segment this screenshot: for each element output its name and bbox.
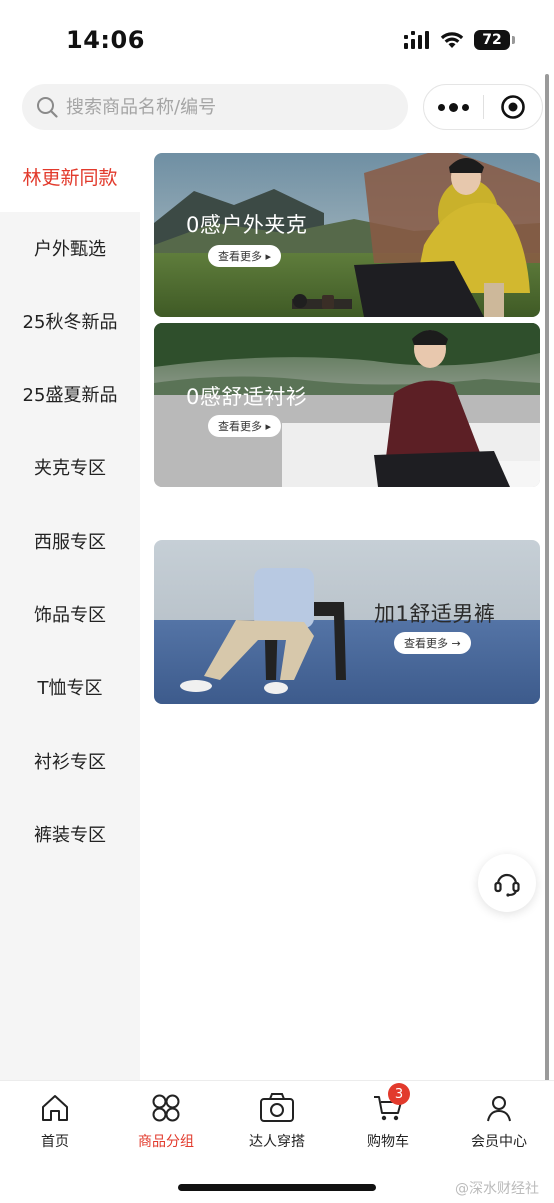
category-sidebar: 林更新同款 户外甄选 25秋冬新品 25盛夏新品 夹克专区 西服专区 饰品专区 … xyxy=(0,140,140,1080)
tab-member[interactable]: 会员中心 xyxy=(444,1091,554,1151)
cart-badge: 3 xyxy=(388,1083,410,1105)
more-dot xyxy=(438,103,445,111)
sidebar-item-25-summer[interactable]: 25盛夏新品 xyxy=(0,358,140,430)
watermark: @深水财经社 xyxy=(455,1181,539,1197)
sidebar-item-accessories[interactable]: 饰品专区 xyxy=(0,578,140,650)
camera-icon xyxy=(260,1093,294,1122)
banner-comfort-pants[interactable]: 加1舒适男裤 查看更多 → xyxy=(154,540,540,704)
status-icons: 72 xyxy=(404,30,515,50)
view-more-button[interactable]: 查看更多 ▸ xyxy=(208,245,282,267)
more-dot xyxy=(449,102,458,112)
headset-icon xyxy=(494,873,520,897)
scrollbar[interactable] xyxy=(545,74,549,1090)
sidebar-item-lin-gengxin[interactable]: 林更新同款 xyxy=(0,140,140,212)
target-icon xyxy=(501,95,525,119)
battery-indicator: 72 xyxy=(474,30,515,50)
home-icon xyxy=(42,1095,68,1121)
home-indicator xyxy=(178,1184,376,1191)
more-button[interactable] xyxy=(424,85,483,129)
close-mini-program-button[interactable] xyxy=(484,85,542,129)
category-icon xyxy=(152,1094,180,1122)
tab-label: 商品分组 xyxy=(138,1134,194,1150)
banner-comfort-shirt[interactable]: 0感舒适衬衫 查看更多 ▸ xyxy=(154,323,540,487)
sidebar-item-jackets[interactable]: 夹克专区 xyxy=(0,431,140,503)
status-time: 14:06 xyxy=(66,26,145,54)
sidebar-item-outdoor[interactable]: 户外甄选 xyxy=(0,212,140,284)
sidebar-item-suits[interactable]: 西服专区 xyxy=(0,505,140,577)
tab-home[interactable]: 首页 xyxy=(0,1091,110,1151)
tab-outfit[interactable]: 达人穿搭 xyxy=(222,1091,332,1151)
wifi-icon xyxy=(440,32,464,48)
customer-service-button[interactable] xyxy=(478,854,536,912)
search-input[interactable] xyxy=(66,96,386,118)
view-more-button[interactable]: 查看更多 ▸ xyxy=(208,415,282,437)
banner-outdoor-jacket[interactable]: 0感户外夹克 查看更多 ▸ xyxy=(154,153,540,317)
banner-title: 0感户外夹克 xyxy=(186,213,308,237)
mini-program-capsule xyxy=(423,84,543,130)
battery-level: 72 xyxy=(482,32,502,48)
view-more-button[interactable]: 查看更多 → xyxy=(394,632,471,654)
sidebar-item-25-autumn-winter[interactable]: 25秋冬新品 xyxy=(0,285,140,357)
sidebar-item-shirts[interactable]: 衬衫专区 xyxy=(0,725,140,797)
status-bar: 14:06 72 xyxy=(0,0,554,78)
view-more-label: 查看更多 ▸ xyxy=(218,420,272,433)
more-dot xyxy=(462,103,469,111)
banner-title: 加1舒适男裤 xyxy=(374,602,496,626)
user-icon xyxy=(487,1096,511,1122)
tab-label: 会员中心 xyxy=(471,1134,527,1150)
tab-cart[interactable]: 3 购物车 xyxy=(333,1083,443,1151)
sidebar-item-tshirts[interactable]: T恤专区 xyxy=(0,651,140,723)
view-more-label: 查看更多 → xyxy=(404,637,461,650)
tab-label: 购物车 xyxy=(367,1134,409,1150)
search-icon xyxy=(37,97,58,118)
banner-title: 0感舒适衬衫 xyxy=(186,385,308,409)
search-bar[interactable] xyxy=(22,84,408,130)
sidebar-item-pants[interactable]: 裤装专区 xyxy=(0,798,140,870)
tab-label: 首页 xyxy=(41,1134,69,1150)
tab-label: 达人穿搭 xyxy=(249,1134,305,1150)
signal-icon xyxy=(404,31,429,49)
tab-category[interactable]: 商品分组 xyxy=(111,1091,221,1151)
view-more-label: 查看更多 ▸ xyxy=(218,250,272,263)
